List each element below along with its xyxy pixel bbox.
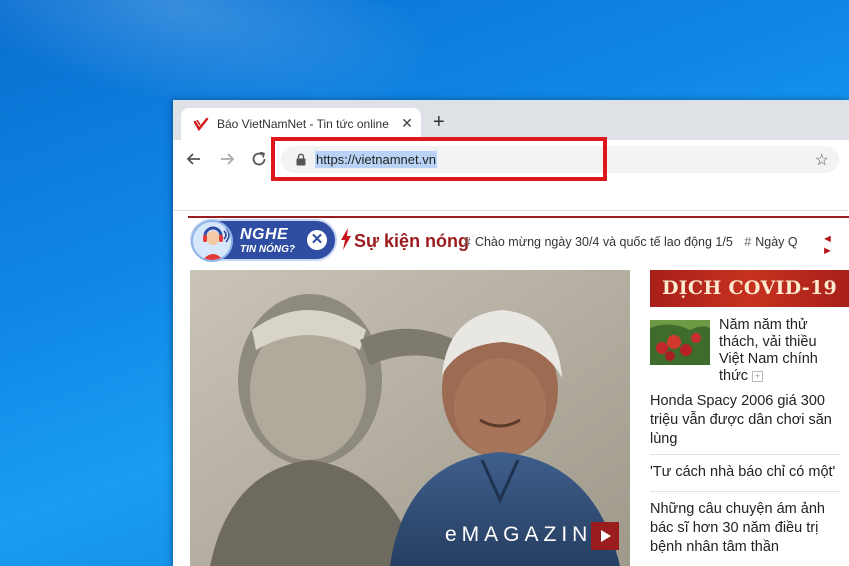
- expand-icon[interactable]: +: [752, 370, 764, 382]
- url-highlight-box: [271, 137, 607, 181]
- tin-nong-label: TIN NÓNG?: [240, 244, 295, 255]
- nghe-label: NGHE: [240, 226, 289, 243]
- listener-avatar-icon: [191, 220, 233, 262]
- sidebar-news: DỊCH COVID-19 Năm năm thử thách, vải thi…: [650, 270, 849, 566]
- ticker-arrows-icon[interactable]: ◄ ►: [822, 233, 849, 257]
- hash-icon: #: [744, 235, 752, 249]
- ticker-item[interactable]: Ngày Q: [755, 235, 797, 249]
- tab-close-icon[interactable]: ✕: [399, 115, 415, 131]
- hero-article-image[interactable]: eMAGAZIN: [190, 270, 630, 566]
- news-item[interactable]: Năm năm thử thách, vải thiều Việt Nam ch…: [719, 317, 841, 385]
- emagazine-label: eMAGAZIN: [445, 523, 593, 546]
- hot-topics-ticker: # Chào mừng ngày 30/4 và quốc tế lao động…: [464, 235, 810, 249]
- lightning-icon: [341, 228, 351, 250]
- page-top-divider: [173, 210, 849, 211]
- vietnamnet-favicon-icon: [193, 117, 209, 132]
- close-icon[interactable]: ✕: [307, 230, 327, 250]
- hero-photo: [190, 270, 630, 566]
- play-icon[interactable]: [591, 522, 619, 550]
- lychee-thumbnail[interactable]: [650, 320, 710, 365]
- news-title[interactable]: Năm năm thử thách, vải thiều Việt Nam ch…: [719, 317, 818, 384]
- hot-events-title[interactable]: Sự kiện nóng: [354, 231, 469, 252]
- forward-arrow-icon[interactable]: [218, 150, 236, 168]
- news-item[interactable]: Những câu chuyện ám ảnh bác sĩ hơn 30 nă…: [650, 500, 842, 557]
- browser-tab[interactable]: Báo VietNamNet - Tin tức online ✕: [181, 108, 421, 140]
- covid-banner[interactable]: DỊCH COVID-19: [650, 270, 849, 307]
- reload-icon[interactable]: [250, 150, 268, 168]
- news-divider: [650, 491, 840, 492]
- news-item[interactable]: 'Tư cách nhà báo chỉ có một': [650, 463, 842, 482]
- back-arrow-icon[interactable]: [185, 150, 203, 168]
- tab-title: Báo VietNamNet - Tin tức online: [217, 117, 389, 131]
- bookmark-star-icon[interactable]: ☆: [815, 150, 829, 170]
- news-divider: [650, 454, 840, 455]
- red-divider: [188, 216, 849, 218]
- listen-hot-news-button[interactable]: NGHE TIN NÓNG? ✕: [190, 219, 337, 262]
- ticker-item[interactable]: Chào mừng ngày 30/4 và quốc tế lao động …: [475, 235, 733, 249]
- tab-strip: Báo VietNamNet - Tin tức online ✕ +: [173, 100, 849, 140]
- hash-icon: #: [464, 235, 471, 249]
- new-tab-button[interactable]: +: [433, 112, 445, 132]
- news-item[interactable]: Honda Spacy 2006 giá 300 triệu vẫn được …: [650, 392, 842, 449]
- hot-news-bar: NGHE TIN NÓNG? ✕ Sự kiện nóng # Chào mừng…: [190, 219, 849, 262]
